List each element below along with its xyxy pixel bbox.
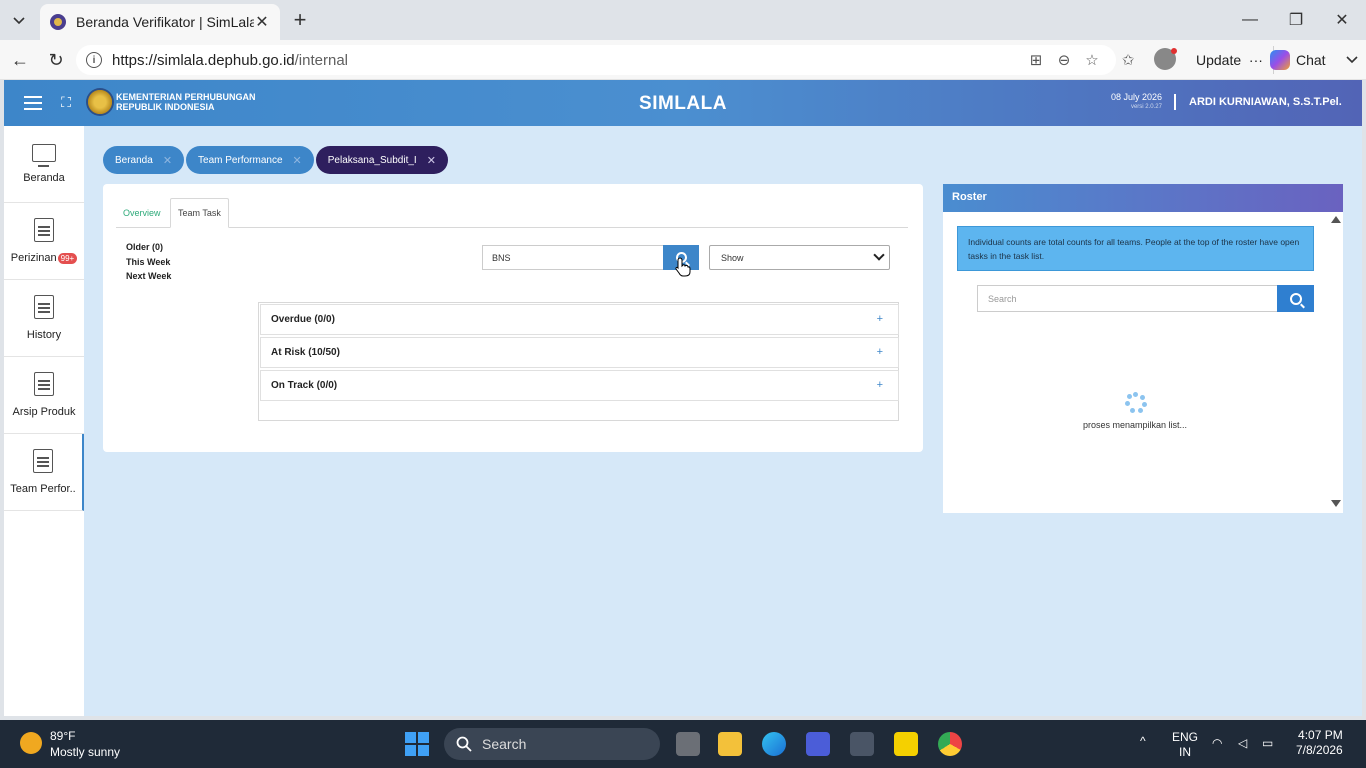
- task-accordion: Overdue (0/0) + At Risk (10/50) + On Track…: [258, 302, 899, 421]
- sidebar: Beranda Perizinan 99+ History Arsip Produ…: [4, 126, 84, 716]
- app-available-icon[interactable]: ⊞: [1026, 50, 1046, 70]
- browser-tab-active[interactable]: Beranda Verifikator | SimLala ✕: [40, 4, 280, 40]
- period-next-week[interactable]: Next Week: [126, 269, 171, 284]
- accordion-overdue[interactable]: Overdue (0/0) +: [260, 304, 899, 335]
- scroll-up-arrow-icon[interactable]: [1331, 216, 1341, 223]
- expand-plus-icon[interactable]: +: [877, 313, 883, 325]
- user-name[interactable]: ARDI KURNIAWAN, S.S.T.Pel.: [1189, 96, 1342, 108]
- favorite-star-icon[interactable]: ☆: [1082, 50, 1102, 70]
- site-info-icon[interactable]: i: [86, 52, 102, 68]
- browser-tab-title: Beranda Verifikator | SimLala: [76, 14, 254, 30]
- tab-team-task[interactable]: Team Task: [170, 198, 229, 228]
- roster-loading-text: proses menampilkan list...: [1082, 420, 1188, 430]
- team-task-card: Overview Team Task Older (0) This Week N…: [103, 184, 923, 452]
- chevron-down-icon: [873, 249, 885, 261]
- restore-icon[interactable]: ❐: [1284, 8, 1308, 32]
- document-icon: [34, 295, 54, 319]
- expand-plus-icon[interactable]: +: [877, 346, 883, 358]
- url-field[interactable]: i https://simlala.dephub.go.id/internal: [76, 45, 1116, 75]
- close-icon[interactable]: ✕: [163, 154, 172, 167]
- minimize-icon[interactable]: —: [1238, 8, 1262, 32]
- sidebar-chevron-icon[interactable]: [1340, 48, 1364, 72]
- copilot-icon: [1270, 50, 1290, 70]
- loading-spinner-icon: [1125, 392, 1147, 414]
- roster-info-note: Individual counts are total counts for a…: [957, 226, 1314, 271]
- header-divider: [1174, 94, 1176, 110]
- sidebar-item-team-performance[interactable]: Team Perfor..: [4, 434, 84, 511]
- search-icon: [1289, 292, 1302, 305]
- close-icon[interactable]: ✕: [293, 154, 302, 167]
- period-this-week[interactable]: This Week: [126, 255, 171, 270]
- close-tab-icon[interactable]: ✕: [254, 14, 270, 31]
- task-tabs: Overview Team Task: [116, 198, 908, 228]
- update-button[interactable]: Update ···: [1186, 46, 1274, 74]
- breadcrumb-beranda[interactable]: Beranda ✕: [103, 146, 185, 174]
- new-tab-plus-icon[interactable]: +: [288, 7, 312, 32]
- favorites-icon[interactable]: ✩: [1118, 50, 1138, 70]
- document-icon: [34, 372, 54, 396]
- scroll-down-arrow-icon[interactable]: [1331, 500, 1341, 507]
- site-favicon-icon: [50, 14, 66, 30]
- zoom-icon[interactable]: ⊖: [1054, 50, 1074, 70]
- windows-start-icon[interactable]: [405, 732, 429, 756]
- windows-taskbar: 89°F Mostly sunny Search ^ ENG IN ◠ ◁ ▭ 4…: [0, 720, 1366, 768]
- roster-search-button[interactable]: [1277, 285, 1314, 312]
- tab-list-chevron-icon[interactable]: [6, 8, 32, 32]
- camera-icon[interactable]: [850, 732, 874, 756]
- sticky-notes-icon[interactable]: [894, 732, 918, 756]
- period-older[interactable]: Older (0): [126, 240, 171, 255]
- taskbar-search[interactable]: Search: [444, 728, 660, 760]
- reload-icon[interactable]: ↻: [44, 48, 68, 72]
- notification-dot: [1171, 48, 1177, 54]
- back-arrow-icon[interactable]: ←: [8, 48, 32, 72]
- sidebar-item-arsip-produk[interactable]: Arsip Produk: [4, 357, 84, 434]
- browser-tab-bar: Beranda Verifikator | SimLala ✕ + — ❐ ✕: [0, 0, 1366, 40]
- edge-browser-icon[interactable]: [762, 732, 786, 756]
- volume-icon[interactable]: ◁: [1238, 736, 1247, 751]
- app-icon[interactable]: [806, 732, 830, 756]
- app-header: ⛶ KEMENTERIAN PERHUBUNGAN REPUBLIK INDON…: [4, 80, 1362, 126]
- url-text: https://simlala.dephub.go.id/internal: [112, 51, 348, 69]
- chrome-icon[interactable]: [938, 732, 962, 756]
- roster-title: Roster: [943, 184, 1343, 212]
- language-indicator[interactable]: ENG IN: [1172, 730, 1198, 760]
- accordion-at-risk[interactable]: At Risk (10/50) +: [260, 337, 899, 368]
- sidebar-item-history[interactable]: History: [4, 280, 84, 357]
- task-search-input[interactable]: BNS: [482, 245, 664, 270]
- close-icon[interactable]: ✕: [427, 154, 436, 167]
- roster-search-input[interactable]: Search: [977, 285, 1278, 312]
- show-select[interactable]: Show: [709, 245, 890, 270]
- chat-button[interactable]: Chat: [1270, 46, 1326, 74]
- file-explorer-icon[interactable]: [718, 732, 742, 756]
- monitor-icon: [32, 144, 56, 167]
- breadcrumb-team-performance[interactable]: Team Performance ✕: [186, 146, 314, 174]
- tray-overflow-chevron-icon[interactable]: ^: [1140, 734, 1146, 749]
- header-date: 08 July 2026 versi 2.0.27: [1110, 92, 1162, 110]
- tab-overview[interactable]: Overview: [116, 198, 168, 228]
- weather-sun-icon[interactable]: [20, 732, 42, 754]
- breadcrumb-pelaksana[interactable]: Pelaksana_Subdit_I ✕: [315, 146, 448, 174]
- breadcrumb: Beranda ✕ Team Performance ✕ Pelaksana_Sub…: [103, 146, 448, 174]
- weather-temp[interactable]: 89°F: [50, 729, 75, 743]
- web-page: ⛶ KEMENTERIAN PERHUBUNGAN REPUBLIK INDON…: [4, 80, 1362, 716]
- wifi-icon[interactable]: ◠: [1212, 736, 1222, 751]
- count-badge: 99+: [57, 252, 78, 264]
- task-view-icon[interactable]: [676, 732, 700, 756]
- accordion-on-track[interactable]: On Track (0/0) +: [260, 370, 899, 401]
- hand-cursor-icon: [675, 257, 691, 277]
- document-icon: [34, 218, 54, 242]
- weather-desc[interactable]: Mostly sunny: [50, 745, 120, 759]
- period-filter: Older (0) This Week Next Week: [126, 240, 171, 284]
- window-close-icon[interactable]: ✕: [1330, 8, 1354, 32]
- roster-panel: Roster Individual counts are total count…: [943, 184, 1343, 513]
- taskbar-clock[interactable]: 4:07 PM 7/8/2026: [1296, 728, 1343, 758]
- search-icon: [456, 736, 472, 752]
- document-icon: [33, 449, 53, 473]
- sidebar-item-perizinan[interactable]: Perizinan 99+: [4, 203, 84, 280]
- battery-icon[interactable]: ▭: [1262, 736, 1273, 751]
- sidebar-item-beranda[interactable]: Beranda: [4, 126, 84, 203]
- expand-plus-icon[interactable]: +: [877, 379, 883, 391]
